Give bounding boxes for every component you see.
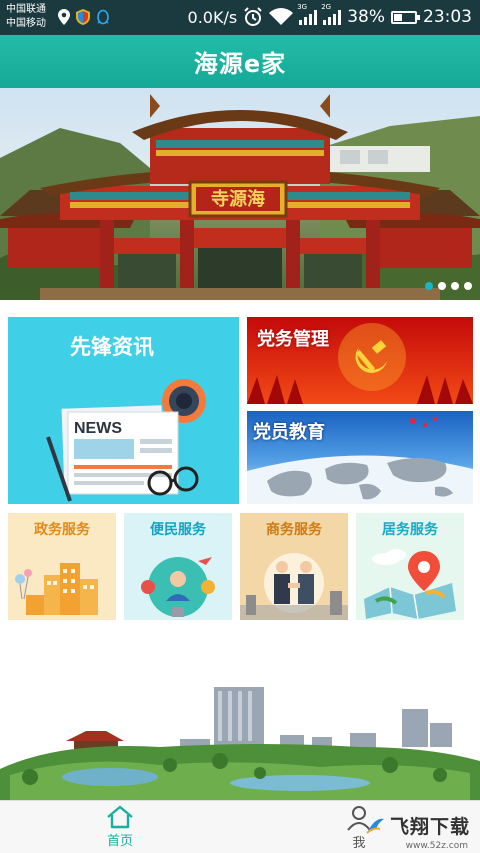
carrier-1: 中国联通 [6,4,46,15]
newspaper-icon: NEWS [46,379,206,502]
tile-residence-services[interactable]: 居务服务 [356,513,464,620]
tile-business-services[interactable]: 商务服务 [240,513,348,620]
carousel-dot[interactable] [425,282,433,290]
watermark-url: www.52z.com [405,841,468,851]
carrier-names: 中国联通 中国移动 [6,3,46,31]
watermark: 飞翔下载 www.52z.com [364,812,470,851]
tile-member-education[interactable]: 党员教育 [247,411,473,504]
qq-icon [97,9,109,25]
handshake-icon [240,553,348,620]
tile-business-services-label: 商务服务 [266,522,322,538]
carrier-2: 中国移动 [6,18,46,29]
tile-residence-services-label: 居务服务 [382,522,438,538]
watermark-text: 飞翔下载 [389,816,470,838]
sim2-type: 2G [321,3,332,11]
tile-party-management-label: 党务管理 [257,329,329,350]
watermark-logo-icon [366,818,384,834]
carousel-dot[interactable] [464,282,472,290]
tile-member-education-label: 党员教育 [253,422,325,443]
community-icon [141,557,215,617]
bottom-tab-bar: 首页 我 飞翔下载 www.52z.com [0,800,480,853]
tile-convenience-services[interactable]: 便民服务 [124,513,232,620]
battery-level [394,13,402,21]
banner-image: 寺源海 [0,94,480,300]
city-scenery-image [0,687,480,801]
sim1-type: 3G [297,3,308,11]
carousel-dot[interactable] [451,282,459,290]
banner-plaque-text: 寺源海 [211,188,265,210]
tab-home-label: 首页 [106,834,133,849]
app-title: 海源e家 [193,50,287,78]
alarm-icon [244,7,262,26]
home-icon [107,805,133,829]
status-bar: 中国联通 中国移动 0.0K/s 3G 2G 38% 23:03 [0,0,480,35]
status-right: 0.0K/s 3G 2G 38% 23:03 [187,3,472,27]
clock: 23:03 [423,7,472,27]
tile-party-management[interactable]: 党务管理 [247,317,473,404]
net-speed: 0.0K/s [187,7,238,27]
banner-carousel[interactable]: 寺源海 [0,88,480,300]
location-icon [58,9,70,25]
tile-convenience-services-label: 便民服务 [150,522,206,538]
title-bar: 海源e家 [0,35,480,88]
tile-government-services[interactable]: 政务服务 [8,513,116,620]
notification-icons [58,9,110,26]
signal-icon-sim2: 2G [321,3,342,25]
shield-icon [76,9,90,25]
buildings-icon [15,563,98,615]
tab-home[interactable]: 首页 [90,805,150,851]
map-pin-icon [364,549,456,620]
battery-icon [391,10,420,24]
app-screen: 中国联通 中国移动 0.0K/s 3G 2G 38% 23:03 海源e家 寺源… [0,0,480,853]
tile-pioneer-news-label: 先锋资讯 [70,335,154,359]
carousel-indicator [425,282,472,290]
tile-government-services-label: 政务服务 [34,522,90,538]
battery-percent: 38% [347,7,385,27]
tile-pioneer-news[interactable]: 先锋资讯 NEWS [8,317,239,504]
signal-icon-sim1: 3G [297,3,318,25]
wifi-icon [269,8,294,25]
carousel-dot[interactable] [438,282,446,290]
news-badge-text: NEWS [74,420,122,437]
